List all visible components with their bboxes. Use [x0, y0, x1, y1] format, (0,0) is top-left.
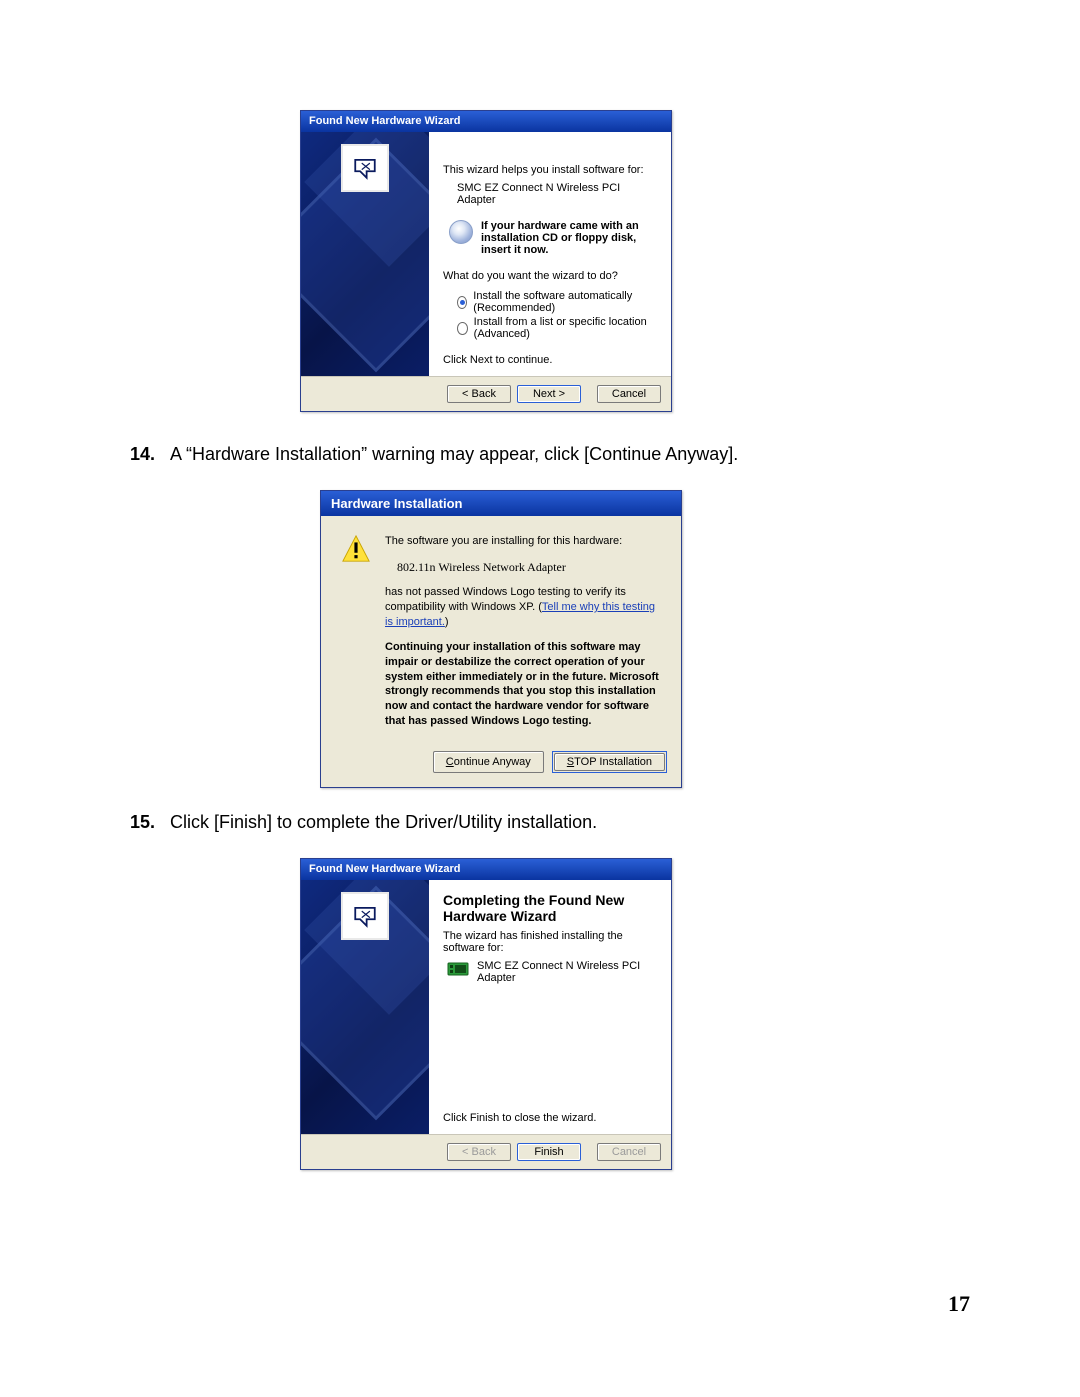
- dialog2-footer: Continue Anyway STOP Installation: [321, 745, 681, 787]
- dialog1-footer: < Back Next > Cancel: [301, 376, 671, 411]
- page-number: 17: [948, 1291, 970, 1317]
- wizard-icon: [341, 892, 389, 940]
- dialog1-body: This wizard helps you install software f…: [301, 132, 671, 376]
- device-name-text: SMC EZ Connect N Wireless PCI Adapter: [457, 182, 657, 206]
- step-14: 14. A “Hardware Installation” warning ma…: [130, 442, 990, 466]
- back-button-disabled: < Back: [447, 1143, 511, 1161]
- hardware-installation-dialog: Hardware Installation The software you a…: [320, 490, 682, 788]
- wizard-intro-text: This wizard helps you install software f…: [443, 164, 657, 176]
- cancel-button[interactable]: Cancel: [597, 385, 661, 403]
- completing-heading: Completing the Found New Hardware Wizard: [443, 892, 657, 924]
- radio-selected-icon: [457, 296, 467, 309]
- found-new-hardware-wizard-dialog-1: Found New Hardware Wizard This wizard he…: [300, 110, 672, 412]
- radio-unselected-icon: [457, 322, 468, 335]
- continue-anyway-button[interactable]: Continue Anyway: [433, 751, 544, 773]
- cancel-button-disabled: Cancel: [597, 1143, 661, 1161]
- back-button[interactable]: < Back: [447, 385, 511, 403]
- hw-logo-testing-text: has not passed Windows Logo testing to v…: [385, 585, 661, 630]
- dialog1-content: This wizard helps you install software f…: [429, 132, 671, 376]
- hw-warning-text: Continuing your installation of this sof…: [385, 640, 661, 729]
- complete-device-name: SMC EZ Connect N Wireless PCI Adapter: [477, 960, 657, 984]
- stop-installation-button[interactable]: STOP Installation: [554, 753, 665, 771]
- document-page: Found New Hardware Wizard This wizard he…: [0, 0, 1080, 1397]
- dialog1-title: Found New Hardware Wizard: [301, 111, 671, 132]
- step-15-text: Click [Finish] to complete the Driver/Ut…: [170, 810, 990, 834]
- dialog3-body: Completing the Found New Hardware Wizard…: [301, 880, 671, 1134]
- device-chip-icon: [447, 960, 469, 978]
- dialog3-title: Found New Hardware Wizard: [301, 859, 671, 880]
- dialog2-title: Hardware Installation: [321, 491, 681, 516]
- cd-hint-row: If your hardware came with an installati…: [449, 220, 657, 256]
- complete-line1: The wizard has finished installing the s…: [443, 930, 657, 954]
- continue-hint-text: Click Next to continue.: [443, 354, 657, 366]
- step-14-text: A “Hardware Installation” warning may ap…: [170, 442, 990, 466]
- step-15-number: 15.: [130, 810, 170, 834]
- radio-list-label: Install from a list or specific location…: [474, 316, 657, 340]
- hw-line2b: ): [445, 616, 449, 628]
- found-new-hardware-wizard-dialog-2: Found New Hardware Wizard Completing the…: [300, 858, 672, 1170]
- radio-install-auto[interactable]: Install the software automatically (Reco…: [457, 290, 657, 314]
- next-button[interactable]: Next >: [517, 385, 581, 403]
- radio-auto-label: Install the software automatically (Reco…: [473, 290, 657, 314]
- wizard-icon: [341, 144, 389, 192]
- wizard-prompt-text: What do you want the wizard to do?: [443, 270, 657, 282]
- step-15: 15. Click [Finish] to complete the Drive…: [130, 810, 990, 834]
- radio-install-list[interactable]: Install from a list or specific location…: [457, 316, 657, 340]
- stop-default-wrap: STOP Installation: [552, 751, 667, 773]
- cd-icon: [449, 220, 473, 244]
- hw-device-name: 802.11n Wireless Network Adapter: [397, 559, 661, 575]
- dialog2-body: The software you are installing for this…: [321, 516, 681, 745]
- dialog3-content: Completing the Found New Hardware Wizard…: [429, 880, 671, 1134]
- finish-button[interactable]: Finish: [517, 1143, 581, 1161]
- wizard-sidebar-graphic: [301, 880, 429, 1134]
- wizard-sidebar-graphic: [301, 132, 429, 376]
- hw-line1: The software you are installing for this…: [385, 534, 661, 549]
- warning-icon: [341, 534, 371, 564]
- dialog3-footer: < Back Finish Cancel: [301, 1134, 671, 1169]
- cd-hint-text: If your hardware came with an installati…: [481, 220, 657, 256]
- close-hint-text: Click Finish to close the wizard.: [443, 1112, 657, 1124]
- step-14-number: 14.: [130, 442, 170, 466]
